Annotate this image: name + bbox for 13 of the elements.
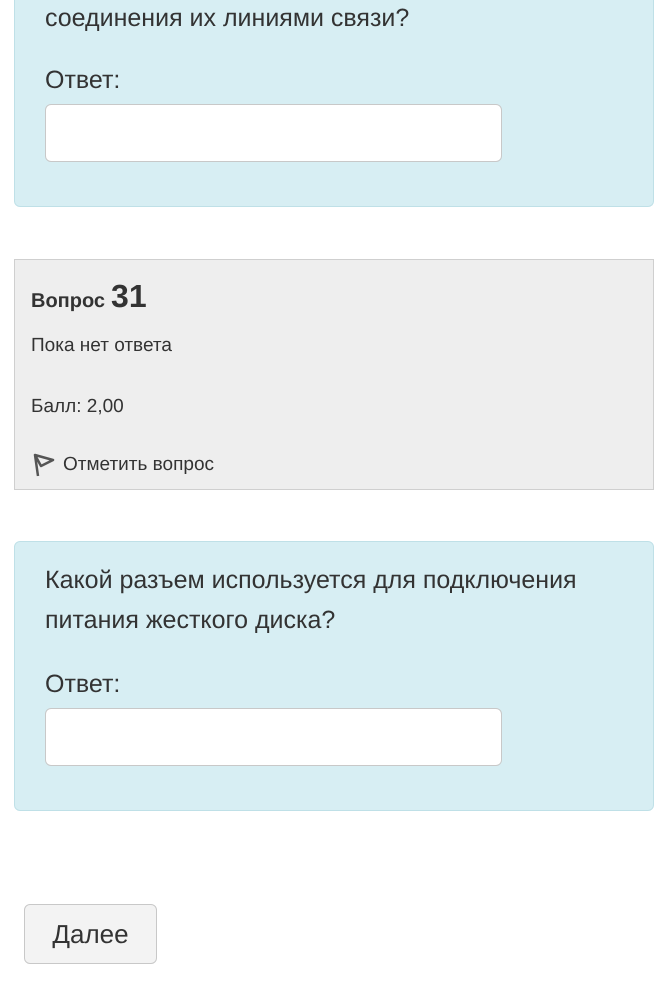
flag-question-link[interactable]: Отметить вопрос	[31, 451, 214, 480]
answer-field[interactable]	[45, 708, 502, 766]
answer-label: Ответ:	[45, 669, 122, 700]
question-number: 31	[111, 277, 147, 316]
answer-label: Ответ:	[45, 65, 122, 96]
question-text: Какой разъем используется для подключения питания жесткого диска?	[45, 565, 578, 636]
answer-field[interactable]	[45, 104, 502, 162]
next-button[interactable]: Далее	[24, 904, 157, 964]
question-label: Вопрос	[31, 289, 106, 314]
grade-text: Балл: 2,00	[31, 394, 125, 418]
flag-icon	[31, 452, 55, 478]
question-text: соединения их линиями связи?	[45, 3, 410, 34]
answer-status: Пока нет ответа	[31, 334, 173, 358]
